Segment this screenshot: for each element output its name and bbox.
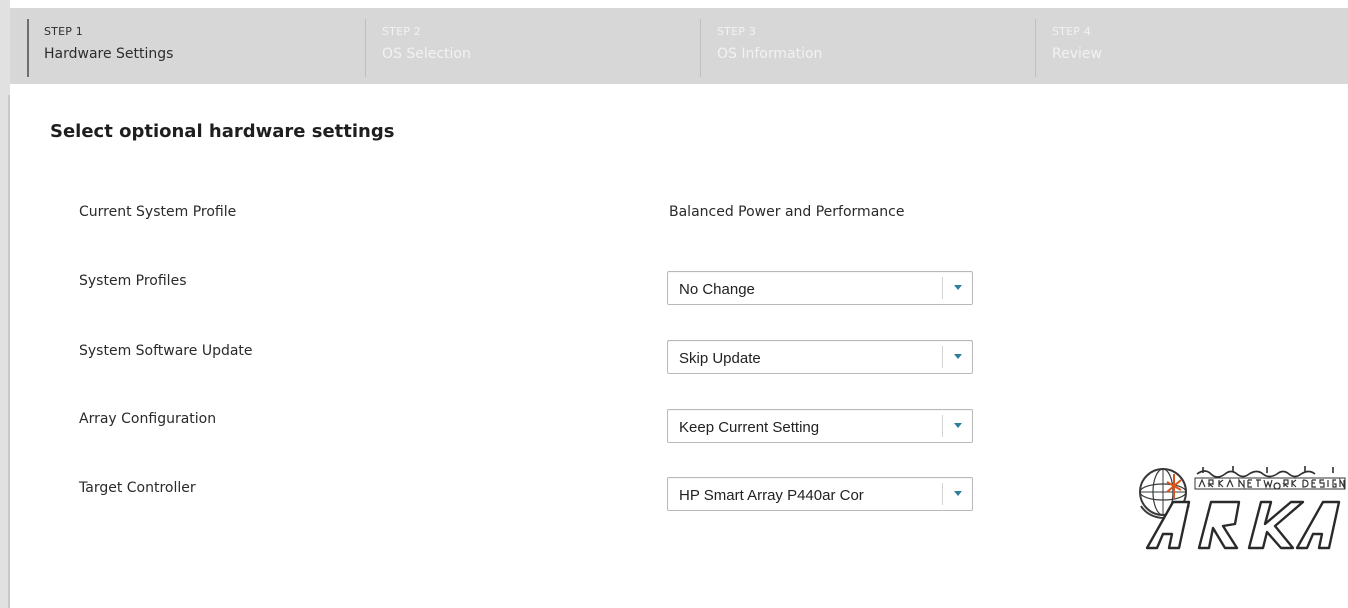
wizard-step-2[interactable]: STEP 2 OS Selection <box>365 19 695 77</box>
system-software-update-select[interactable]: Skip Update <box>667 340 973 374</box>
selected-value: Keep Current Setting <box>679 419 820 436</box>
system-software-update-label: System Software Update <box>79 343 253 359</box>
current-system-profile-label: Current System Profile <box>79 204 237 220</box>
step-title: OS Information <box>717 46 823 62</box>
array-configuration-select[interactable]: Keep Current Setting <box>667 409 973 443</box>
chevron-down-icon[interactable] <box>954 423 962 428</box>
dropdown-separator <box>942 415 943 437</box>
selected-value: HP Smart Array P440ar Cor <box>679 487 864 504</box>
step-title: Hardware Settings <box>44 46 174 62</box>
step-number: STEP 2 <box>382 25 421 38</box>
chevron-down-icon[interactable] <box>954 491 962 496</box>
arka-wordmark <box>1145 500 1341 550</box>
selected-value: Skip Update <box>679 350 761 367</box>
array-configuration-label: Array Configuration <box>79 411 217 427</box>
page-heading: Select optional hardware settings <box>50 121 395 142</box>
step-indicator-bar <box>700 19 701 77</box>
dropdown-separator <box>942 483 943 505</box>
target-controller-label: Target Controller <box>79 480 196 496</box>
wizard-step-4[interactable]: STEP 4 Review <box>1035 19 1335 77</box>
dropdown-separator <box>942 277 943 299</box>
left-border-line <box>8 95 10 608</box>
system-profiles-label: System Profiles <box>79 273 187 289</box>
wizard-step-3[interactable]: STEP 3 OS Information <box>700 19 1030 77</box>
step-title: OS Selection <box>382 46 471 62</box>
step-number: STEP 3 <box>717 25 756 38</box>
step-indicator-bar <box>27 19 29 77</box>
arka-watermark-logo <box>1139 466 1346 550</box>
wizard-steps: STEP 1 Hardware Settings STEP 2 OS Selec… <box>10 0 1348 84</box>
selected-value: No Change <box>679 281 755 298</box>
chevron-down-icon[interactable] <box>954 285 962 290</box>
chevron-down-icon[interactable] <box>954 354 962 359</box>
step-indicator-bar <box>365 19 366 77</box>
current-system-profile-value: Balanced Power and Performance <box>669 204 905 220</box>
dropdown-separator <box>942 346 943 368</box>
persian-script-mark <box>1196 466 1334 478</box>
step-indicator-bar <box>1035 19 1036 77</box>
target-controller-select[interactable]: HP Smart Array P440ar Cor <box>667 477 973 511</box>
system-profiles-select[interactable]: No Change <box>667 271 973 305</box>
wizard-step-1[interactable]: STEP 1 Hardware Settings <box>27 19 357 77</box>
step-title: Review <box>1052 46 1102 62</box>
step-number: STEP 4 <box>1052 25 1091 38</box>
step-number: STEP 1 <box>44 25 83 38</box>
